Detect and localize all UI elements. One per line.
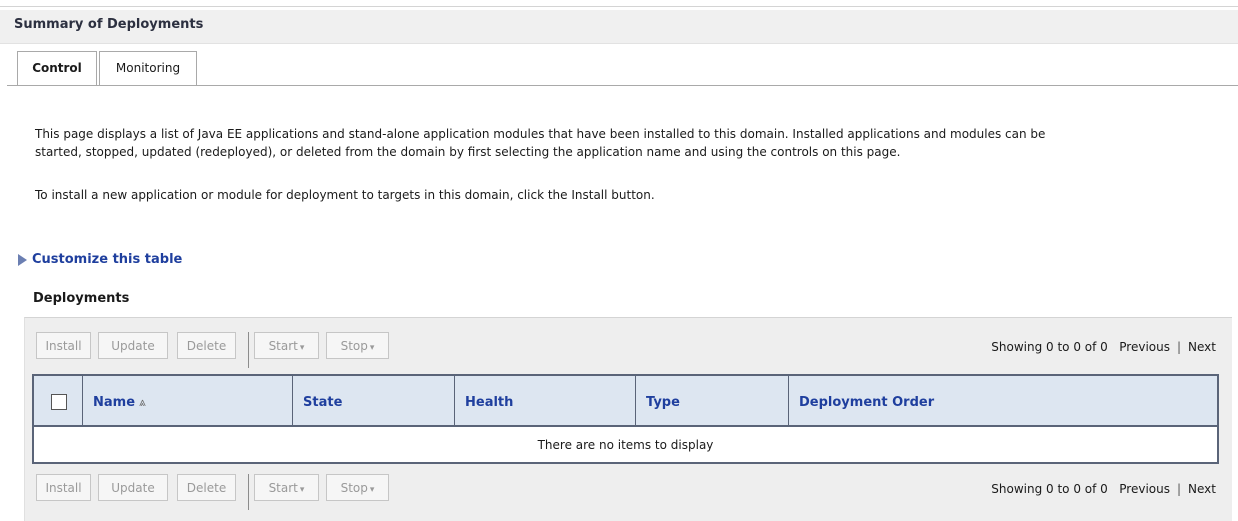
description-line-3: To install a new application or module f… [35, 188, 655, 202]
chevron-down-icon: ▾ [369, 343, 375, 353]
deployments-table: Name ⩓ State Health Type Deployment Order… [32, 374, 1219, 464]
paging-separator: | [1176, 482, 1182, 496]
paging-top: Showing 0 to 0 of 0 Previous | Next [991, 340, 1216, 354]
expand-triangle-icon [18, 253, 27, 266]
start-label: Start [268, 481, 298, 495]
column-header-deployment-order[interactable]: Deployment Order [789, 376, 1217, 427]
paging-status: Showing 0 to 0 of 0 [991, 482, 1108, 496]
install-button[interactable]: Install [36, 332, 91, 359]
description-line-2: started, stopped, updated (redeployed), … [35, 145, 901, 159]
delete-button[interactable]: Delete [177, 474, 236, 501]
stop-label: Stop [340, 339, 368, 353]
toolbar-separator [248, 332, 249, 368]
deployments-section-title: Deployments [33, 291, 130, 306]
paging-bottom: Showing 0 to 0 of 0 Previous | Next [991, 482, 1216, 496]
chevron-down-icon: ▾ [299, 343, 305, 353]
column-header-health[interactable]: Health [455, 376, 636, 427]
start-dropdown-button[interactable]: Start ▾ [254, 332, 319, 359]
empty-table-message: There are no items to display [537, 438, 714, 452]
sort-ascending-icon[interactable]: ⩓ [139, 395, 146, 410]
column-name-label: Name [93, 395, 136, 410]
previous-link[interactable]: Previous [1119, 482, 1170, 496]
paging-status: Showing 0 to 0 of 0 [991, 340, 1108, 354]
customize-table-link[interactable]: Customize this table [18, 252, 182, 267]
chevron-down-icon: ▾ [369, 485, 375, 495]
tab-control[interactable]: Control [17, 51, 97, 86]
select-all-column [34, 376, 83, 427]
tab-underline [7, 85, 1238, 86]
select-all-checkbox[interactable] [51, 394, 67, 410]
next-link[interactable]: Next [1188, 340, 1216, 354]
update-button[interactable]: Update [98, 474, 168, 501]
next-link[interactable]: Next [1188, 482, 1216, 496]
paging-separator: | [1176, 340, 1182, 354]
previous-link[interactable]: Previous [1119, 340, 1170, 354]
chevron-down-icon: ▾ [299, 485, 305, 495]
tab-monitoring[interactable]: Monitoring [99, 51, 197, 85]
update-button[interactable]: Update [98, 332, 168, 359]
start-dropdown-button[interactable]: Start ▾ [254, 474, 319, 501]
toolbar-separator [248, 474, 249, 510]
column-header-name[interactable]: Name ⩓ [83, 376, 293, 427]
description-line-1: This page displays a list of Java EE app… [35, 127, 1046, 141]
install-button[interactable]: Install [36, 474, 91, 501]
stop-dropdown-button[interactable]: Stop ▾ [326, 332, 389, 359]
customize-table-label: Customize this table [32, 252, 183, 267]
top-divider [0, 6, 1238, 7]
page-title: Summary of Deployments [14, 17, 204, 32]
table-header: Name ⩓ State Health Type Deployment Order [34, 376, 1217, 427]
stop-label: Stop [340, 481, 368, 495]
column-header-state[interactable]: State [293, 376, 455, 427]
start-label: Start [268, 339, 298, 353]
column-header-type[interactable]: Type [636, 376, 789, 427]
delete-button[interactable]: Delete [177, 332, 236, 359]
stop-dropdown-button[interactable]: Stop ▾ [326, 474, 389, 501]
